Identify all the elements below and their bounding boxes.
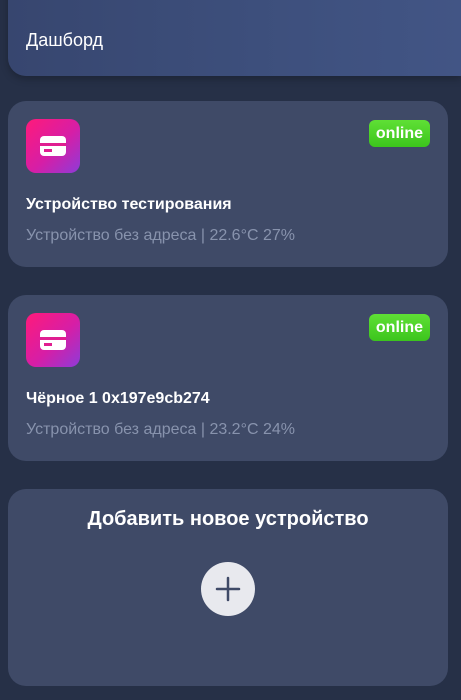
page-title: Дашборд	[26, 30, 104, 50]
device-card[interactable]: online Устройство тестирования Устройств…	[8, 101, 448, 267]
device-card[interactable]: online Чёрное 1 0x197e9cb274 Устройство …	[8, 295, 448, 461]
header-card: Дашборд	[8, 0, 461, 76]
add-device-card: Добавить новое устройство	[8, 489, 448, 686]
add-device-title: Добавить новое устройство	[87, 508, 369, 530]
device-subtitle: Устройство без адреса | 22.6°C 27%	[26, 227, 295, 244]
device-card-icon	[26, 119, 80, 173]
status-badge: online	[368, 120, 430, 147]
status-badge: online	[368, 314, 430, 341]
device-subtitle: Устройство без адреса | 23.2°C 24%	[26, 421, 295, 438]
device-name: Устройство тестирования	[26, 196, 232, 213]
device-name: Чёрное 1 0x197e9cb274	[26, 390, 210, 407]
plus-icon	[215, 576, 241, 602]
device-card-icon	[26, 313, 80, 367]
add-device-button[interactable]	[201, 562, 255, 616]
